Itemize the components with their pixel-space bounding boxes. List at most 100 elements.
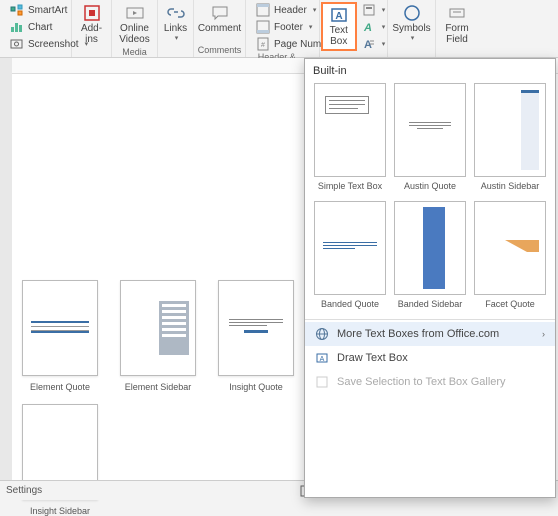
comments-group-label: Comments xyxy=(198,45,242,55)
text-box-label: Text Box xyxy=(330,25,348,47)
save-selection-label: Save Selection to Text Box Gallery xyxy=(337,376,506,388)
drop-cap-button[interactable]: A▾ xyxy=(361,36,387,52)
dd-label: Simple Text Box xyxy=(318,181,382,191)
settings-button[interactable]: Settings xyxy=(6,485,42,496)
screenshot-icon xyxy=(10,37,24,51)
addins-label: Add- ins xyxy=(81,23,102,45)
video-icon xyxy=(126,4,144,22)
ribbon-group-illustrations: SmartArt Chart Screenshot ▾ xyxy=(0,0,72,57)
thumb-label: Element Quote xyxy=(30,382,90,392)
dropdown-section-label: Built-in xyxy=(305,59,555,81)
gallery-item-element-quote[interactable]: Element Quote xyxy=(20,280,100,392)
dd-item-banded-quote[interactable]: Banded Quote xyxy=(313,201,387,315)
footer-button[interactable]: Footer ▾ xyxy=(252,19,316,35)
quick-parts-button[interactable]: ▾ xyxy=(361,2,387,18)
online-videos-label: Online Videos xyxy=(119,23,149,45)
media-group-label: Media xyxy=(122,47,147,57)
dd-label: Austin Quote xyxy=(404,181,456,191)
draw-textbox-icon: A xyxy=(315,351,329,365)
chart-button[interactable]: Chart xyxy=(6,19,56,35)
symbols-button[interactable]: Symbols ▾ xyxy=(388,2,434,44)
header-label: Header xyxy=(274,5,307,16)
dd-thumb xyxy=(394,201,466,295)
dd-thumb xyxy=(474,201,546,295)
dd-label: Facet Quote xyxy=(485,299,535,309)
ribbon-group-links: Links ▾ xyxy=(158,0,194,57)
chart-icon xyxy=(10,20,24,34)
gallery-item-element-sidebar[interactable]: Element Sidebar xyxy=(118,280,198,392)
form-field-label: Form Field xyxy=(445,23,468,45)
ribbon-group-media: Online Videos Media xyxy=(112,0,158,57)
caret-icon: ▾ xyxy=(382,23,386,31)
save-gallery-icon xyxy=(315,375,329,389)
dd-item-facet-quote[interactable]: Facet Quote xyxy=(473,201,547,315)
thumb-label: Insight Sidebar xyxy=(30,506,90,516)
ribbon: SmartArt Chart Screenshot ▾ Add- ins Onl… xyxy=(0,0,558,58)
gallery-item-insight-quote[interactable]: Insight Quote xyxy=(216,280,296,392)
dd-thumb xyxy=(474,83,546,177)
svg-text:A: A xyxy=(363,22,372,34)
wordart-button[interactable]: A▾ xyxy=(361,19,387,35)
dd-item-simple-text-box[interactable]: Simple Text Box xyxy=(313,83,387,197)
chevron-right-icon: › xyxy=(542,329,545,339)
links-label: Links xyxy=(164,23,187,34)
dd-item-austin-sidebar[interactable]: Austin Sidebar xyxy=(473,83,547,197)
page-number-icon: # xyxy=(256,37,270,51)
dd-item-austin-quote[interactable]: Austin Quote xyxy=(393,83,467,197)
link-icon xyxy=(167,4,185,22)
ribbon-group-text: A Text Box ▾ A▾ A▾ xyxy=(320,0,388,57)
more-text-boxes-label: More Text Boxes from Office.com xyxy=(337,328,499,340)
caret-icon: ▾ xyxy=(313,6,317,14)
dd-label: Banded Quote xyxy=(321,299,379,309)
svg-text:A: A xyxy=(320,356,325,363)
smartart-button[interactable]: SmartArt xyxy=(6,2,71,18)
thumb xyxy=(22,280,98,376)
comment-icon xyxy=(211,4,229,22)
ribbon-group-headerfooter: Header▾ Footer▾ #Page Number▾ Header & … xyxy=(246,0,320,57)
addins-button[interactable]: Add- ins xyxy=(76,2,108,47)
text-box-dropdown: Built-in Simple Text Box Austin Quote Au… xyxy=(304,58,556,498)
dd-label: Austin Sidebar xyxy=(481,181,540,191)
dd-thumb xyxy=(314,201,386,295)
dropdown-gallery: Simple Text Box Austin Quote Austin Side… xyxy=(305,81,555,317)
dd-label: Banded Sidebar xyxy=(398,299,463,309)
omega-icon xyxy=(403,4,421,22)
separator xyxy=(305,319,555,320)
caret-icon: ▾ xyxy=(309,23,313,31)
globe-icon xyxy=(315,327,329,341)
dd-thumb xyxy=(314,83,386,177)
footer-icon xyxy=(256,20,270,34)
smartart-label: SmartArt xyxy=(28,5,67,16)
drop-cap-icon: A xyxy=(362,37,376,51)
header-icon xyxy=(256,3,270,17)
svg-text:A: A xyxy=(335,11,342,22)
caret-icon: ▾ xyxy=(175,34,179,42)
comment-button[interactable]: Comment xyxy=(194,2,245,36)
links-button[interactable]: Links ▾ xyxy=(160,2,192,44)
form-field-button[interactable]: Form Field xyxy=(441,2,473,47)
online-videos-button[interactable]: Online Videos xyxy=(115,2,153,47)
thumb-label: Insight Quote xyxy=(229,382,283,392)
draw-text-box-label: Draw Text Box xyxy=(337,352,408,364)
dd-item-banded-sidebar[interactable]: Banded Sidebar xyxy=(393,201,467,315)
addins-icon xyxy=(83,4,101,22)
caret-icon: ▾ xyxy=(382,40,386,48)
thumb xyxy=(218,280,294,376)
wordart-icon: A xyxy=(362,20,376,34)
ribbon-group-addins: Add- ins xyxy=(72,0,112,57)
svg-text:#: # xyxy=(261,42,265,49)
footer-label: Footer xyxy=(274,22,303,33)
header-button[interactable]: Header ▾ xyxy=(252,2,320,18)
comment-label: Comment xyxy=(198,23,241,34)
screenshot-label: Screenshot xyxy=(28,39,79,50)
save-selection-button: Save Selection to Text Box Gallery xyxy=(305,370,555,394)
thumb-label: Element Sidebar xyxy=(125,382,192,392)
thumb xyxy=(120,280,196,376)
form-field-icon xyxy=(448,4,466,22)
text-box-button[interactable]: A Text Box xyxy=(321,2,357,51)
more-text-boxes-button[interactable]: More Text Boxes from Office.com › xyxy=(305,322,555,346)
chart-label: Chart xyxy=(28,22,52,33)
symbols-label: Symbols xyxy=(392,23,430,34)
draw-text-box-button[interactable]: A Draw Text Box xyxy=(305,346,555,370)
text-box-icon: A xyxy=(330,6,348,24)
